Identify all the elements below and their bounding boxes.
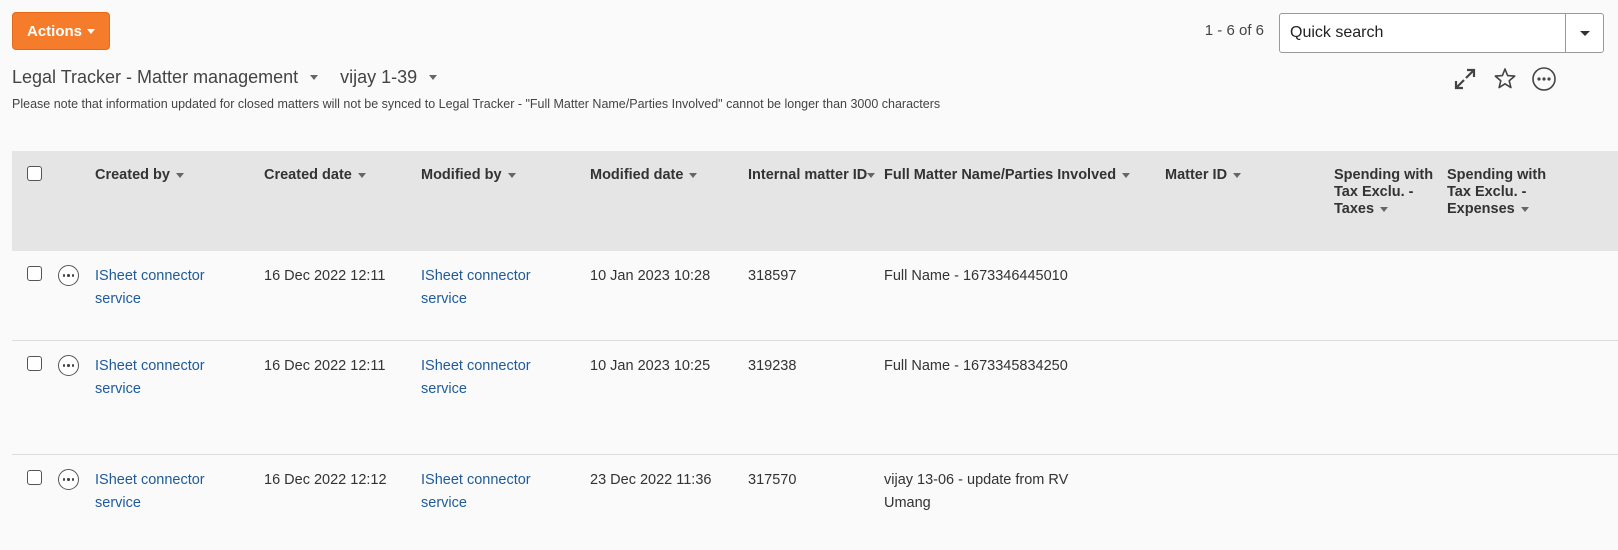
row-menu-icon[interactable]	[58, 469, 79, 490]
modified-by-link[interactable]: ISheet connector service	[421, 469, 551, 515]
sort-caret-icon	[507, 172, 516, 178]
row-checkbox[interactable]	[27, 266, 42, 281]
internal-matter-id: 318597	[748, 268, 797, 284]
sort-caret-icon	[175, 172, 184, 178]
column-header-created-date[interactable]: Created date	[264, 167, 366, 184]
created-by-link[interactable]: ISheet connector service	[95, 265, 225, 311]
sort-caret-icon	[1122, 172, 1131, 178]
row-checkbox[interactable]	[27, 470, 42, 485]
modified-date: 23 Dec 2022 11:36	[590, 472, 712, 488]
column-header-created-by[interactable]: Created by	[95, 167, 184, 184]
caret-down-icon	[1579, 30, 1590, 36]
sort-caret-icon	[357, 172, 366, 178]
created-by-link[interactable]: ISheet connector service	[95, 355, 225, 401]
row-menu-icon[interactable]	[58, 265, 79, 286]
created-date: 16 Dec 2022 12:11	[264, 358, 386, 374]
modified-by-link[interactable]: ISheet connector service	[421, 265, 551, 311]
row-menu-icon[interactable]	[58, 355, 79, 376]
quick-search	[1279, 13, 1604, 53]
page-title-row: Legal Tracker - Matter management vijay …	[12, 67, 438, 88]
list-selector[interactable]: Legal Tracker - Matter management	[12, 67, 319, 88]
actions-button[interactable]: Actions	[12, 12, 110, 50]
internal-matter-id: 319238	[748, 358, 797, 374]
caret-down-icon	[310, 75, 319, 80]
full-matter-name: Full Name - 1673346445010	[884, 268, 1068, 284]
column-header-matter-id[interactable]: Matter ID	[1165, 167, 1242, 184]
table-row[interactable]: ISheet connector service 16 Dec 2022 12:…	[12, 341, 1618, 455]
list-title: Legal Tracker - Matter management	[12, 67, 299, 87]
pagination-count: 1 - 6 of 6	[1204, 22, 1264, 39]
star-icon[interactable]	[1492, 66, 1518, 92]
column-header-taxes[interactable]: Spending with Tax Exclu. - Taxes	[1334, 167, 1434, 218]
modified-date: 10 Jan 2023 10:28	[590, 268, 711, 284]
matters-table: Created by Created date Modified by Modi…	[12, 151, 1618, 550]
select-all-checkbox[interactable]	[27, 166, 42, 181]
sort-caret-icon	[1380, 206, 1389, 212]
column-header-expenses[interactable]: Spending with Tax Exclu. - Expenses	[1447, 167, 1555, 218]
expand-icon[interactable]	[1452, 66, 1478, 92]
internal-matter-id: 317570	[748, 472, 797, 488]
view-title: vijay 1-39	[340, 67, 418, 87]
sort-caret-icon	[689, 172, 698, 178]
modified-by-link[interactable]: ISheet connector service	[421, 355, 551, 401]
column-header-modified-by[interactable]: Modified by	[421, 167, 516, 184]
created-date: 16 Dec 2022 12:11	[264, 268, 386, 284]
sort-caret-icon	[1520, 206, 1529, 212]
search-dropdown-button[interactable]	[1565, 14, 1603, 52]
sort-caret-icon	[867, 172, 876, 178]
caret-down-icon	[87, 28, 95, 34]
full-matter-name: vijay 13-06 - update from RV Umang	[884, 472, 1069, 511]
more-options-icon[interactable]	[1531, 66, 1557, 92]
created-date: 16 Dec 2022 12:12	[264, 472, 387, 488]
full-matter-name: Full Name - 1673345834250	[884, 358, 1068, 374]
view-selector[interactable]: vijay 1-39	[340, 67, 438, 88]
actions-label: Actions	[26, 22, 82, 40]
modified-date: 10 Jan 2023 10:25	[590, 358, 711, 374]
table-row[interactable]: ISheet connector service 16 Dec 2022 12:…	[12, 251, 1618, 341]
column-header-internal-matter-id[interactable]: Internal matter ID	[748, 167, 876, 184]
created-by-link[interactable]: ISheet connector service	[95, 469, 225, 515]
table-header: Created by Created date Modified by Modi…	[12, 151, 1618, 251]
caret-down-icon	[429, 75, 438, 80]
column-header-modified-date[interactable]: Modified date	[590, 167, 698, 184]
table-row[interactable]: ISheet connector service 16 Dec 2022 12:…	[12, 455, 1618, 550]
sort-caret-icon	[1233, 172, 1242, 178]
row-checkbox[interactable]	[27, 356, 42, 371]
notice-text: Please note that information updated for…	[12, 97, 941, 111]
search-input[interactable]	[1280, 14, 1565, 52]
column-header-full-matter-name[interactable]: Full Matter Name/Parties Involved	[884, 167, 1131, 184]
